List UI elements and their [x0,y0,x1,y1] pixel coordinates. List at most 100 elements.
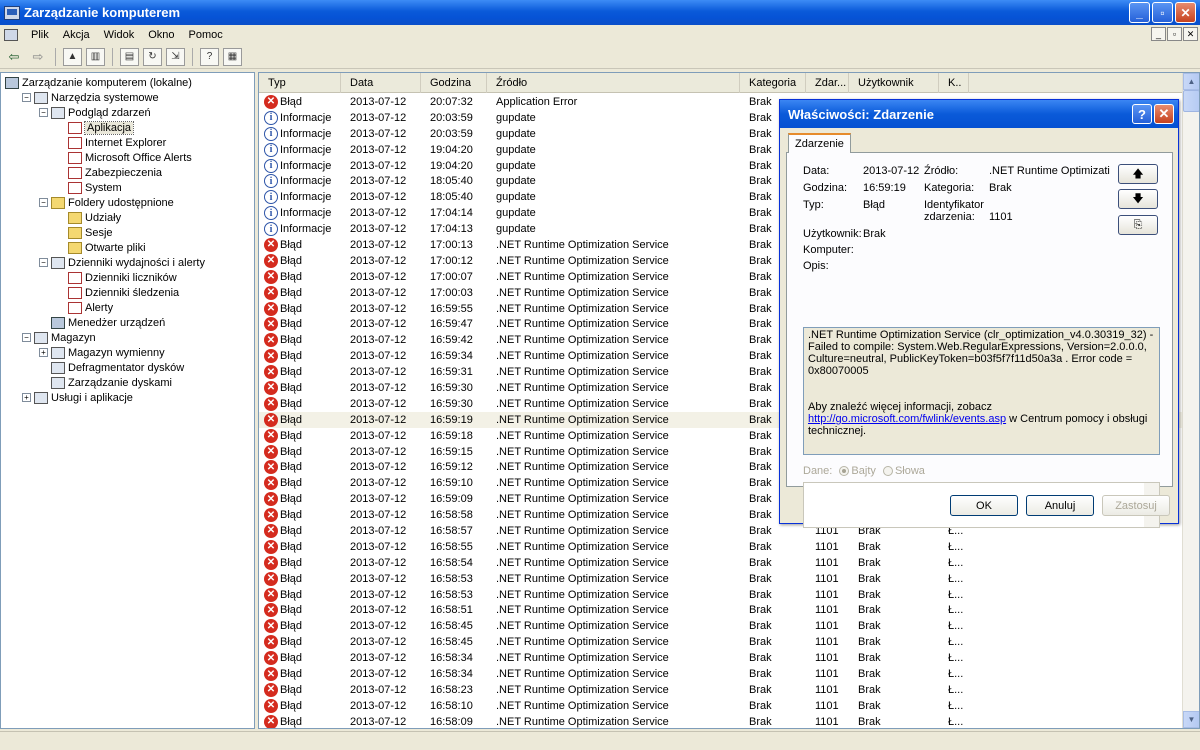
computer-cell: Ł... [948,652,964,665]
words-radio[interactable] [882,466,893,477]
column-header[interactable]: Typ [259,73,341,93]
tree-item[interactable]: Udziały [56,210,121,225]
table-row[interactable]: ✕ Błąd 2013-07-12 16:58:51 .NET Runtime Opti… [259,603,1183,619]
type-label: Błąd [280,445,303,458]
tree-item[interactable]: − Narzędzia systemowe [22,90,159,105]
scroll-up-icon[interactable]: ▲ [1183,73,1199,90]
table-row[interactable]: ✕ Błąd 2013-07-12 16:58:09 .NET Runtime Opti… [259,714,1183,728]
previous-event-button[interactable]: 🡅 [1118,164,1158,184]
tree-item[interactable]: Alerty [56,300,113,315]
maximize-button[interactable]: ▫ [1152,2,1173,23]
tree-item[interactable]: Aplikacja [56,120,135,135]
tree-item[interactable]: Internet Explorer [56,135,166,150]
properties-icon[interactable]: ▤ [120,47,139,66]
column-header[interactable]: Zdar... [806,73,849,93]
tree-item[interactable]: System [56,180,122,195]
vertical-scrollbar[interactable]: ▲ ▼ [1182,73,1199,728]
tree-item[interactable]: Defragmentator dysków [39,360,184,375]
tree-item[interactable]: Dzienniki śledzenia [56,285,179,300]
table-row[interactable]: ✕ Błąd 2013-07-12 16:58:10 .NET Runtime Opti… [259,698,1183,714]
tree-item[interactable]: Menedżer urządzeń [39,315,165,330]
expand-icon[interactable]: + [22,393,31,402]
help-icon[interactable]: ? [200,47,219,66]
minimize-button[interactable]: _ [1129,2,1150,23]
collapse-icon[interactable]: − [39,258,48,267]
bytes-radio[interactable] [839,466,850,477]
tree-item[interactable]: − Magazyn [22,330,96,345]
event-id-cell: 1101 [815,620,839,633]
cancel-button[interactable]: Anuluj [1026,495,1094,516]
tab-event[interactable]: Zdarzenie [788,133,851,153]
table-row[interactable]: ✕ Błąd 2013-07-12 16:58:23 .NET Runtime Opti… [259,682,1183,698]
mdi-child-icon[interactable] [4,29,18,41]
column-header[interactable]: Kategoria [740,73,806,93]
up-folder-icon[interactable]: ▲ [63,47,82,66]
mdi-close-button[interactable]: ✕ [1183,27,1198,41]
collapse-icon[interactable]: − [39,198,48,207]
tree-item[interactable]: Otwarte pliki [56,240,146,255]
info-icon: i [264,110,278,125]
scroll-down-icon[interactable]: ▼ [1183,711,1199,728]
date-cell: 2013-07-12 [350,270,407,283]
type-cell: i Informacje [259,158,341,173]
tree-item[interactable]: Zabezpieczenia [56,165,162,180]
forward-arrow-icon[interactable]: ⇨ [28,47,48,67]
ok-button[interactable]: OK [950,495,1018,516]
copy-event-button[interactable]: ⎘ [1118,215,1158,235]
export-list-icon[interactable]: ⇲ [166,47,185,66]
expand-icon[interactable]: + [39,348,48,357]
mdi-restore-button[interactable]: ▫ [1167,27,1182,41]
list-header: Typ Data Godzina Źródło Kategoria Zdar... Użyt… [259,73,1183,93]
tree-item[interactable]: Dzienniki liczników [56,270,177,285]
table-row[interactable]: ✕ Błąd 2013-07-12 16:58:55 .NET Runtime Opti… [259,539,1183,555]
tree-item[interactable]: + Usługi i aplikacje [22,390,133,405]
tree-item[interactable]: − Dzienniki wydajności i alerty [39,255,205,270]
tree-item[interactable]: Microsoft Office Alerts [56,150,192,165]
column-header[interactable]: Godzina [421,73,487,93]
collapse-icon[interactable]: − [22,93,31,102]
help-link[interactable]: http://go.microsoft.com/fwlink/events.as… [808,413,1006,425]
tree-item[interactable]: Zarządzanie komputerem (lokalne) [5,75,192,90]
menu-file[interactable]: Plik [24,29,56,41]
type-cell: ✕ Błąd [259,253,341,268]
table-row[interactable]: ✕ Błąd 2013-07-12 16:58:45 .NET Runtime Opti… [259,634,1183,650]
table-row[interactable]: ✕ Błąd 2013-07-12 16:58:45 .NET Runtime Opti… [259,618,1183,634]
tree-item[interactable]: − Podgląd zdarzeń [39,105,151,120]
event-id-cell: 1101 [815,556,839,569]
tree-item[interactable]: Sesje [56,225,113,240]
source-cell: gupdate [496,191,536,204]
close-button[interactable]: ✕ [1175,2,1196,23]
menu-help[interactable]: Pomoc [182,29,230,41]
tree-item[interactable]: Zarządzanie dyskami [39,375,172,390]
mdi-minimize-button[interactable]: _ [1151,27,1166,41]
column-header[interactable]: Data [341,73,421,93]
table-row[interactable]: ✕ Błąd 2013-07-12 16:58:34 .NET Runtime Opti… [259,650,1183,666]
description-box[interactable]: .NET Runtime Optimization Service (clr_o… [803,327,1160,455]
collapse-icon[interactable]: − [39,108,48,117]
disk-management-icon [51,376,65,389]
back-arrow-icon[interactable]: ⇦ [4,47,24,67]
event-id-cell: 1101 [815,699,839,712]
device-manager-icon [51,316,65,329]
next-event-button[interactable]: 🡇 [1118,189,1158,209]
help-topics-icon[interactable]: ▦ [223,47,242,66]
show-tree-icon[interactable]: ▥ [86,47,105,66]
menu-view[interactable]: Widok [97,29,142,41]
tree-item[interactable]: + Magazyn wymienny [39,345,165,360]
scroll-thumb[interactable] [1183,90,1199,112]
tree-item[interactable]: − Foldery udostępnione [39,195,174,210]
collapse-icon[interactable]: − [22,333,31,342]
table-row[interactable]: ✕ Błąd 2013-07-12 16:58:53 .NET Runtime Opti… [259,571,1183,587]
apply-button[interactable]: Zastosuj [1102,495,1170,516]
column-header[interactable]: K.. [939,73,969,93]
column-header[interactable]: Użytkownik [849,73,939,93]
refresh-icon[interactable]: ↻ [143,47,162,66]
table-row[interactable]: ✕ Błąd 2013-07-12 16:58:34 .NET Runtime Opti… [259,666,1183,682]
column-header[interactable]: Źródło [487,73,740,93]
table-row[interactable]: ✕ Błąd 2013-07-12 16:58:53 .NET Runtime Opti… [259,587,1183,603]
menu-action[interactable]: Akcja [56,29,97,41]
dialog-close-button[interactable]: ✕ [1154,104,1174,124]
menu-window[interactable]: Okno [141,29,181,41]
dialog-help-button[interactable]: ? [1132,104,1152,124]
table-row[interactable]: ✕ Błąd 2013-07-12 16:58:54 .NET Runtime Opti… [259,555,1183,571]
